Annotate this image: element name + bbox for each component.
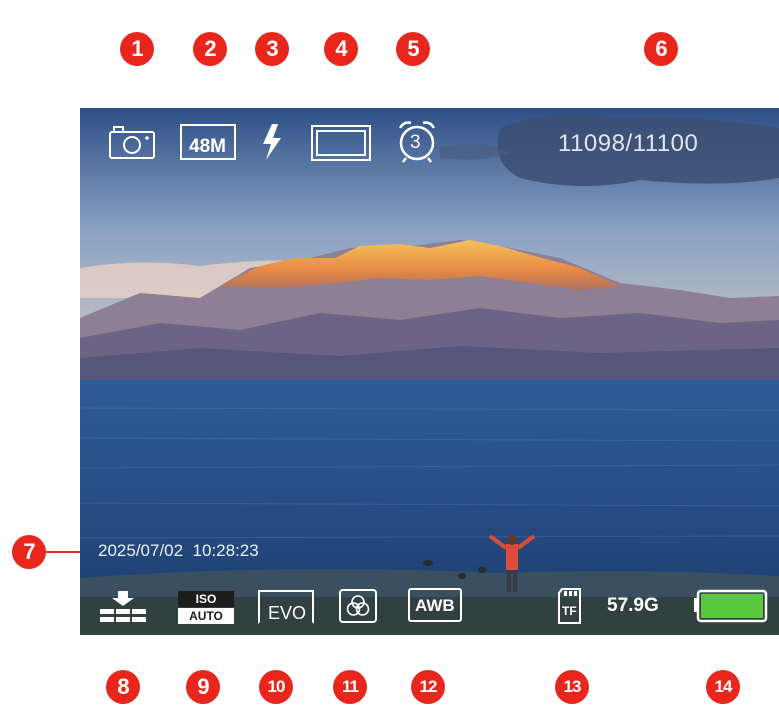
date-time-stamp: 2025/07/02 10:28:23: [98, 541, 259, 560]
self-timer-seconds: 3: [410, 132, 421, 153]
flash-mode-icon[interactable]: [258, 122, 286, 162]
storage-card-indicator: TF: [556, 587, 584, 625]
metering-icon: [100, 591, 146, 622]
camera-mode-icon[interactable]: [108, 124, 156, 160]
resolution-label: 48M: [189, 136, 226, 157]
iso-value: AUTO: [189, 609, 223, 623]
callout-6: 6: [644, 32, 678, 66]
camera-viewfinder: 48M 3 11098/11100 2025/07/02 10:28:23 IS…: [80, 108, 779, 635]
self-timer-icon[interactable]: 3: [394, 118, 440, 164]
storage-free-space: 57.9G: [607, 595, 659, 616]
flash-auto-icon: [263, 124, 281, 160]
callout-11: 11: [333, 670, 367, 704]
resolution-indicator[interactable]: 48M: [180, 124, 236, 160]
callout-7: 7: [12, 535, 46, 569]
callout-3: 3: [255, 32, 289, 66]
callout-12: 12: [411, 670, 445, 704]
shot-counter: 11098/11100: [558, 130, 699, 157]
white-balance-label: AWB: [415, 596, 455, 615]
white-balance-indicator[interactable]: AWB: [408, 588, 462, 622]
callout-1: 1: [120, 32, 154, 66]
iso-label: ISO: [195, 592, 217, 606]
ev-label: EVO: [268, 603, 307, 623]
callout-8: 8: [106, 670, 140, 704]
iso-indicator[interactable]: ISO AUTO: [178, 591, 234, 625]
color-effect-icon[interactable]: [338, 588, 378, 624]
callout-13: 13: [555, 670, 589, 704]
metering-mode-icon[interactable]: [98, 591, 148, 625]
aspect-ratio-icon[interactable]: [310, 124, 372, 162]
battery-level-fill: [701, 594, 763, 618]
battery-indicator: [692, 589, 768, 623]
battery-icon: [694, 589, 768, 623]
camera-icon: [109, 126, 155, 159]
frame-ratio-icon: [311, 125, 371, 161]
callout-2: 2: [193, 32, 227, 66]
callout-9: 9: [186, 670, 220, 704]
storage-label: TF: [562, 604, 577, 618]
callout-10: 10: [259, 670, 293, 704]
callout-4: 4: [324, 32, 358, 66]
exposure-value-indicator[interactable]: EVO: [258, 586, 314, 624]
callout-5: 5: [396, 32, 430, 66]
color-filter-icon: [339, 589, 377, 623]
callout-14: 14: [706, 670, 740, 704]
